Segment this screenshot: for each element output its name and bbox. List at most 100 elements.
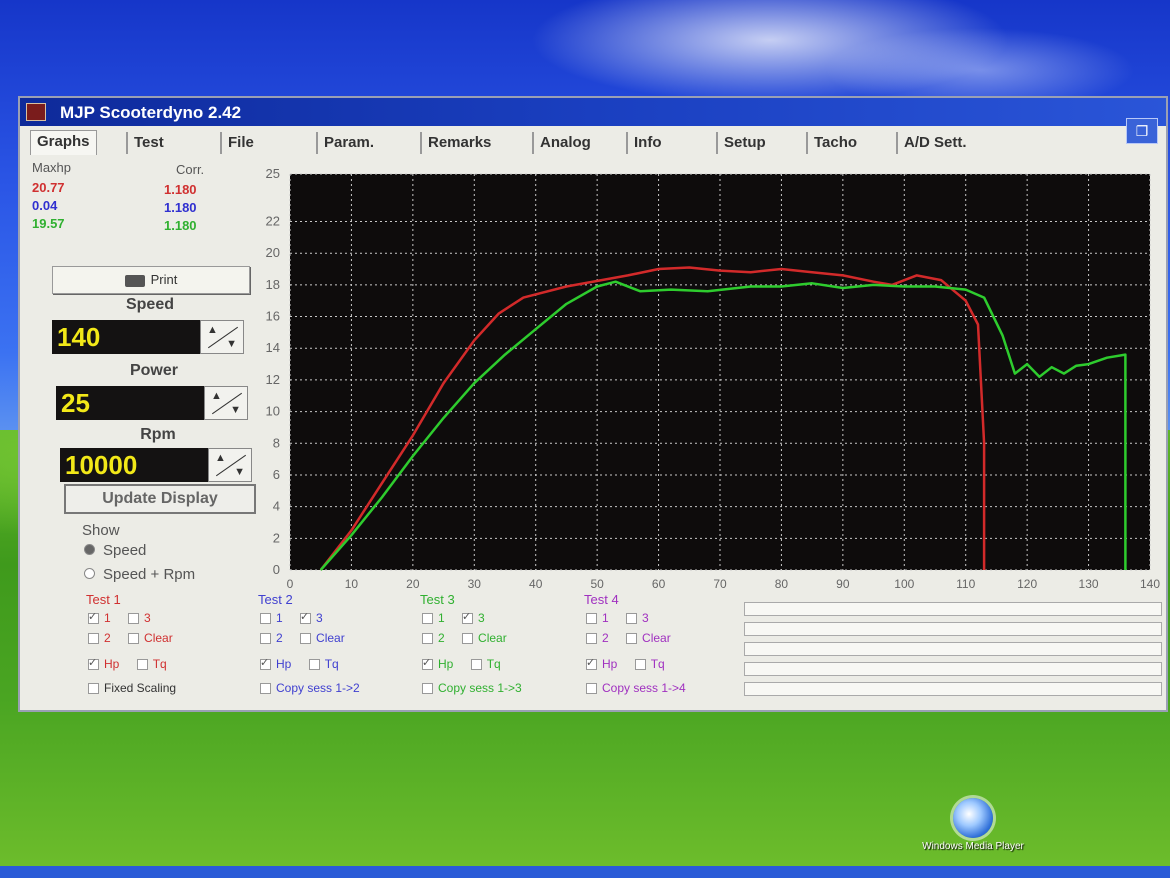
tab-test[interactable]: Test (126, 132, 170, 154)
test-row-a: 1 3 (422, 610, 499, 625)
legend-corr-1: 1.180 (164, 182, 197, 197)
x-tick-label: 10 (345, 577, 359, 591)
tab-graphs[interactable]: Graphs (30, 130, 97, 155)
rpm-value[interactable]: 10000 (60, 448, 208, 482)
test2-clear[interactable]: Clear (300, 631, 345, 645)
x-tick-label: 40 (529, 577, 543, 591)
tab-tacho[interactable]: Tacho (806, 132, 863, 154)
desktop-shortcut[interactable]: Windows Media Player (918, 798, 1028, 853)
info-line (744, 642, 1162, 656)
print-button-label: Print (150, 272, 178, 287)
test-row-footer: Copy sess 1->3 (422, 680, 536, 695)
test4-hp[interactable]: Hp (586, 656, 617, 671)
power-label: Power (129, 362, 178, 379)
test1-option-2[interactable]: 2 (88, 631, 111, 645)
show-speed-rpm-label: Speed + Rpm (103, 566, 196, 583)
power-value[interactable]: 25 (56, 386, 204, 420)
test3-tq[interactable]: Tq (470, 657, 501, 671)
info-line (744, 622, 1162, 636)
show-speed-rpm-option[interactable]: Speed + Rpm (84, 566, 195, 583)
test-row-c: Hp Tq (422, 656, 515, 671)
tab-analog[interactable]: Analog (532, 132, 597, 154)
test2-option-2[interactable]: 2 (260, 631, 283, 645)
y-tick-label: 16 (266, 309, 280, 324)
x-tick-label: 60 (652, 577, 666, 591)
info-line (744, 682, 1162, 696)
radio-unselected[interactable] (84, 568, 95, 579)
y-tick-label: 4 (273, 499, 280, 514)
x-tick-label: 0 (287, 577, 294, 591)
y-tick-label: 22 (266, 214, 280, 229)
y-tick-label: 25 (266, 166, 280, 181)
test2-option-3[interactable]: 3 (300, 610, 323, 625)
test-row-b: 2 Clear (260, 630, 359, 645)
show-speed-option[interactable]: Speed (84, 542, 146, 559)
x-tick-label: 80 (775, 577, 789, 591)
test2-option-1[interactable]: 1 (260, 611, 283, 625)
windows-media-player-icon[interactable] (953, 798, 993, 838)
tab-ad-sett[interactable]: A/D Sett. (896, 132, 973, 154)
tab-remarks[interactable]: Remarks (420, 132, 497, 154)
tab-bar: Graphs Test File Param. Remarks Analog I… (30, 130, 1160, 156)
radio-selected[interactable] (84, 544, 95, 555)
test2-hp[interactable]: Hp (260, 656, 291, 671)
printer-icon (124, 274, 145, 287)
app-window: MJP Scooterdyno 2.42 ❐ Graphs Test File … (18, 96, 1168, 712)
speed-spinbox[interactable]: 140 ▲ ▼ (52, 320, 244, 354)
test1-clear[interactable]: Clear (128, 631, 173, 645)
tab-param[interactable]: Param. (316, 132, 380, 154)
y-tick-label: 12 (266, 372, 280, 387)
update-display-button[interactable]: Update Display (64, 484, 256, 514)
test-row-a: 1 3 (260, 610, 337, 625)
test1-tq[interactable]: Tq (136, 657, 167, 671)
test3-option-3[interactable]: 3 (462, 610, 485, 625)
test-row-c: Hp Tq (88, 656, 181, 671)
x-tick-label: 30 (468, 577, 482, 591)
test3-option-2[interactable]: 2 (422, 631, 445, 645)
test1-option-3[interactable]: 3 (128, 611, 151, 625)
app-icon[interactable] (26, 103, 46, 121)
power-spin-arrows[interactable]: ▲ ▼ (204, 386, 248, 420)
speed-label: Speed (125, 296, 174, 313)
test-row-footer: Copy sess 1->4 (586, 680, 700, 695)
copy-sess-1-4-checkbox[interactable]: Copy sess 1->4 (586, 681, 686, 695)
test3-hp[interactable]: Hp (422, 656, 453, 671)
y-tick-label: 0 (273, 562, 280, 577)
info-panel (744, 602, 1162, 698)
power-spinbox[interactable]: 25 ▲ ▼ (56, 386, 248, 420)
legend-maxhp-2: 0.04 (32, 198, 58, 213)
taskbar (0, 866, 1170, 878)
copy-sess-1-3-checkbox[interactable]: Copy sess 1->3 (422, 681, 522, 695)
tab-setup[interactable]: Setup (716, 132, 772, 154)
copy-sess-1-2-checkbox[interactable]: Copy sess 1->2 (260, 681, 360, 695)
test4-option-3[interactable]: 3 (626, 611, 649, 625)
desktop-shortcut-label: Windows Media Player (922, 841, 1024, 852)
speed-value[interactable]: 140 (52, 320, 200, 354)
test-row-b: 2 Clear (422, 630, 521, 645)
rpm-spinbox[interactable]: 10000 ▲ ▼ (60, 448, 252, 482)
test3-option-1[interactable]: 1 (422, 611, 445, 625)
speed-spin-arrows[interactable]: ▲ ▼ (200, 320, 244, 354)
x-tick-label: 90 (836, 577, 850, 591)
test-group-title: Test 1 (86, 592, 121, 607)
x-tick-label: 20 (406, 577, 420, 591)
title-bar[interactable]: MJP Scooterdyno 2.42 ❐ (20, 98, 1166, 144)
fixed-scaling-checkbox[interactable]: Fixed Scaling (88, 681, 176, 695)
test4-tq[interactable]: Tq (634, 657, 665, 671)
info-line (744, 662, 1162, 676)
test3-clear[interactable]: Clear (462, 631, 507, 645)
tab-info[interactable]: Info (626, 132, 668, 154)
test4-option-2[interactable]: 2 (586, 631, 609, 645)
test1-hp[interactable]: Hp (88, 656, 119, 671)
test1-option-1[interactable]: 1 (88, 610, 111, 625)
print-button[interactable]: Print (52, 266, 250, 294)
tab-file[interactable]: File (220, 132, 260, 154)
test-group-1: Test 1 1 3 2 Clear Hp Tq Fixed Scaling (82, 592, 252, 702)
test4-option-1[interactable]: 1 (586, 611, 609, 625)
test4-clear[interactable]: Clear (626, 631, 671, 645)
legend-corr-3: 1.180 (164, 218, 197, 233)
test-row-a: 1 3 (88, 610, 165, 625)
test2-tq[interactable]: Tq (308, 657, 339, 671)
test-group-3: Test 3 1 3 2 Clear Hp Tq Copy sess 1->3 (416, 592, 576, 702)
test-row-b: 2 Clear (586, 630, 685, 645)
